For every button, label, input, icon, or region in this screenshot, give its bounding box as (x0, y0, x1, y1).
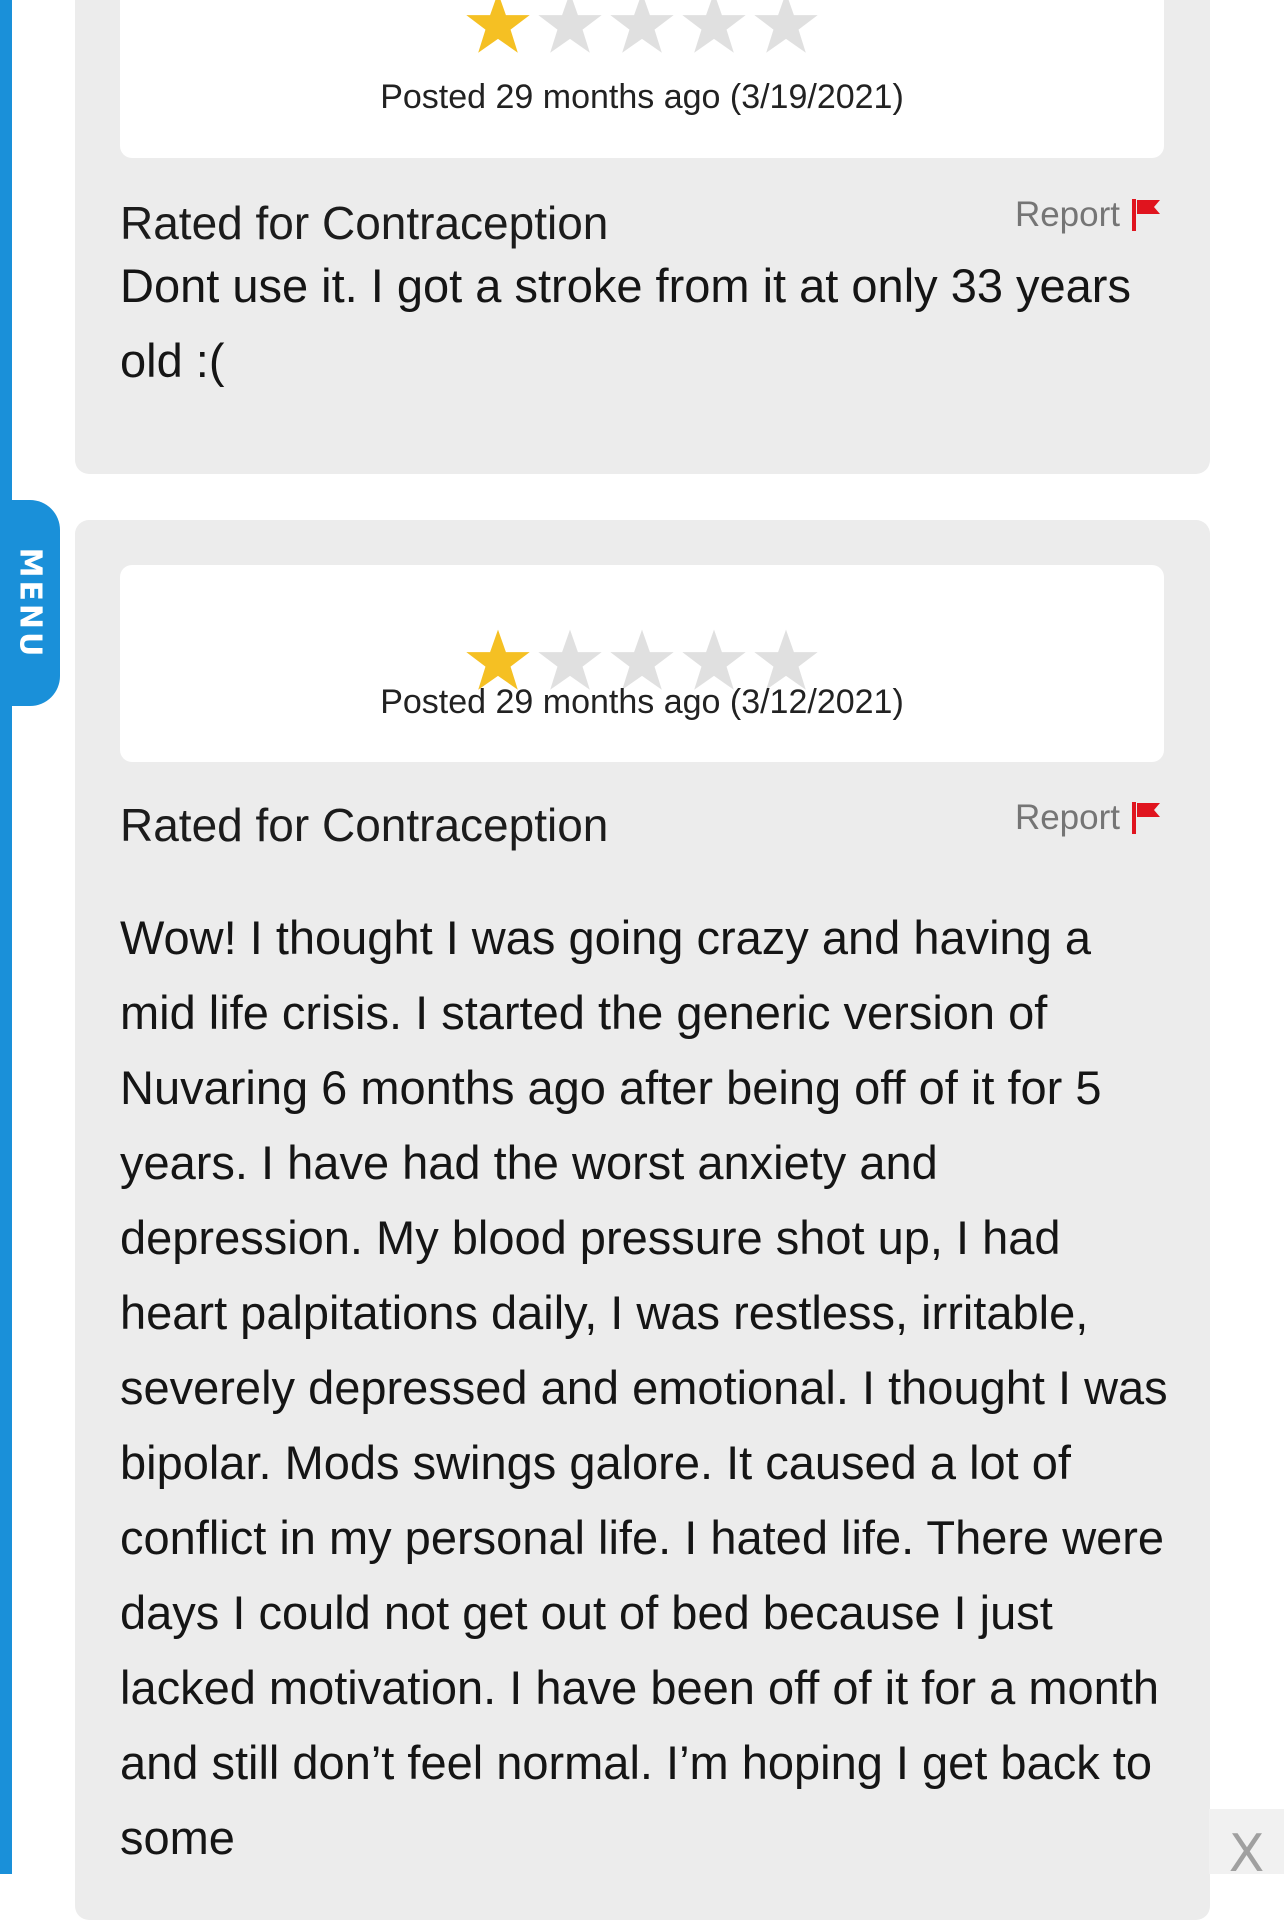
flag-icon (1132, 802, 1160, 834)
review-text: Wow! I thought I was going crazy and hav… (120, 911, 1168, 1864)
star-icon (682, 0, 746, 53)
review-card: Posted 29 months ago (3/12/2021) Rated f… (75, 520, 1210, 1920)
star-rating (120, 0, 1164, 56)
rated-for-condition: Rated for Contraception (120, 197, 609, 249)
report-label: Report (1014, 195, 1120, 234)
menu-label: MENU (12, 547, 48, 659)
menu-rail (0, 0, 12, 1874)
star-icon (754, 0, 818, 53)
rated-for-condition: Rated for Contraception (120, 799, 609, 851)
report-link[interactable]: Report (1015, 798, 1164, 838)
star-icon (610, 0, 674, 53)
rating-box: Posted 29 months ago (3/19/2021) (120, 0, 1164, 158)
posted-date: Posted 29 months ago (3/19/2021) (380, 78, 904, 116)
posted-date: Posted 29 months ago (3/12/2021) (380, 683, 904, 721)
rating-box: Posted 29 months ago (3/12/2021) (120, 565, 1164, 762)
star-icon (466, 0, 530, 53)
flag-icon (1132, 199, 1160, 231)
star-icon (538, 0, 602, 53)
review-card: Posted 29 months ago (3/19/2021) Rated f… (75, 0, 1210, 474)
close-button[interactable]: X (1209, 1809, 1284, 1874)
close-icon: X (1228, 1824, 1265, 1874)
review-text: Dont use it. I got a stroke from it at o… (120, 259, 1131, 387)
menu-button[interactable]: MENU (0, 500, 60, 706)
report-link[interactable]: Report (1015, 195, 1164, 235)
report-label: Report (1014, 798, 1120, 837)
